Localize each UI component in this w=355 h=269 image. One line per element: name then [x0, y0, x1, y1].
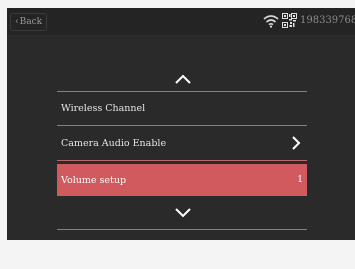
divider — [57, 160, 307, 161]
menu-item-camera-audio-enable[interactable]: Camera Audio Enable — [57, 128, 307, 158]
divider — [57, 229, 307, 230]
menu-item-value: 1 — [297, 175, 303, 185]
back-arrow-icon: ‹ — [15, 17, 19, 27]
top-bar: ‹ Back 1983397686 — [7, 8, 355, 35]
menu-item-label: Volume setup — [61, 174, 127, 186]
chevron-down-icon[interactable] — [173, 206, 193, 220]
menu-item-label: Camera Audio Enable — [61, 137, 167, 149]
device-id: 1983397686 — [300, 15, 355, 26]
divider — [57, 91, 307, 92]
qr-code-icon — [282, 13, 297, 28]
menu-item-wireless-channel[interactable]: Wireless Channel — [57, 93, 307, 123]
chevron-up-icon[interactable] — [173, 72, 193, 86]
chevron-right-icon — [292, 136, 301, 150]
back-button[interactable]: ‹ Back — [10, 13, 48, 31]
wifi-icon — [263, 15, 279, 28]
menu-item-label: Wireless Channel — [61, 102, 146, 114]
divider — [57, 125, 307, 126]
menu-item-volume-setup[interactable]: Volume setup 1 — [57, 164, 307, 196]
back-label: Back — [19, 17, 43, 27]
device-screen: ‹ Back 1983397686 — [7, 8, 355, 240]
